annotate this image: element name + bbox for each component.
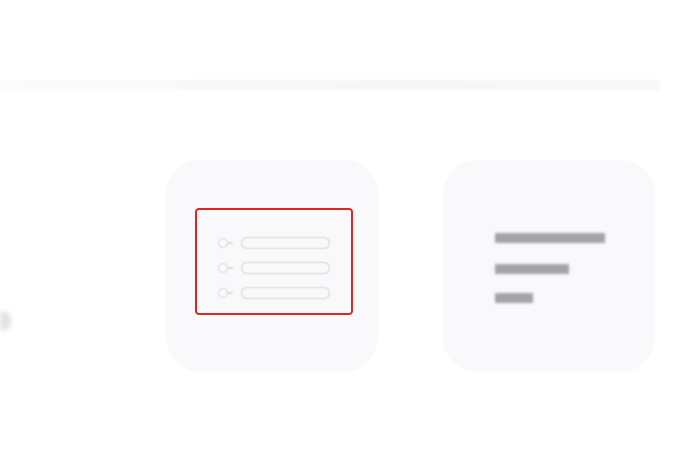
edge-marker — [0, 312, 11, 330]
list-row — [216, 262, 336, 274]
text-line — [495, 264, 569, 274]
text-line — [495, 233, 605, 243]
list-item-placeholder — [241, 287, 330, 299]
list-item-placeholder — [241, 262, 330, 274]
option-picker-screen — [0, 0, 697, 473]
radio-circle-icon — [218, 238, 233, 248]
radio-circle-icon — [218, 288, 233, 298]
text-line — [495, 293, 533, 303]
radio-circle-icon — [218, 263, 233, 273]
section-divider — [0, 80, 660, 90]
list-item-placeholder — [241, 237, 330, 249]
list-row — [216, 237, 336, 249]
list-row — [216, 287, 336, 299]
